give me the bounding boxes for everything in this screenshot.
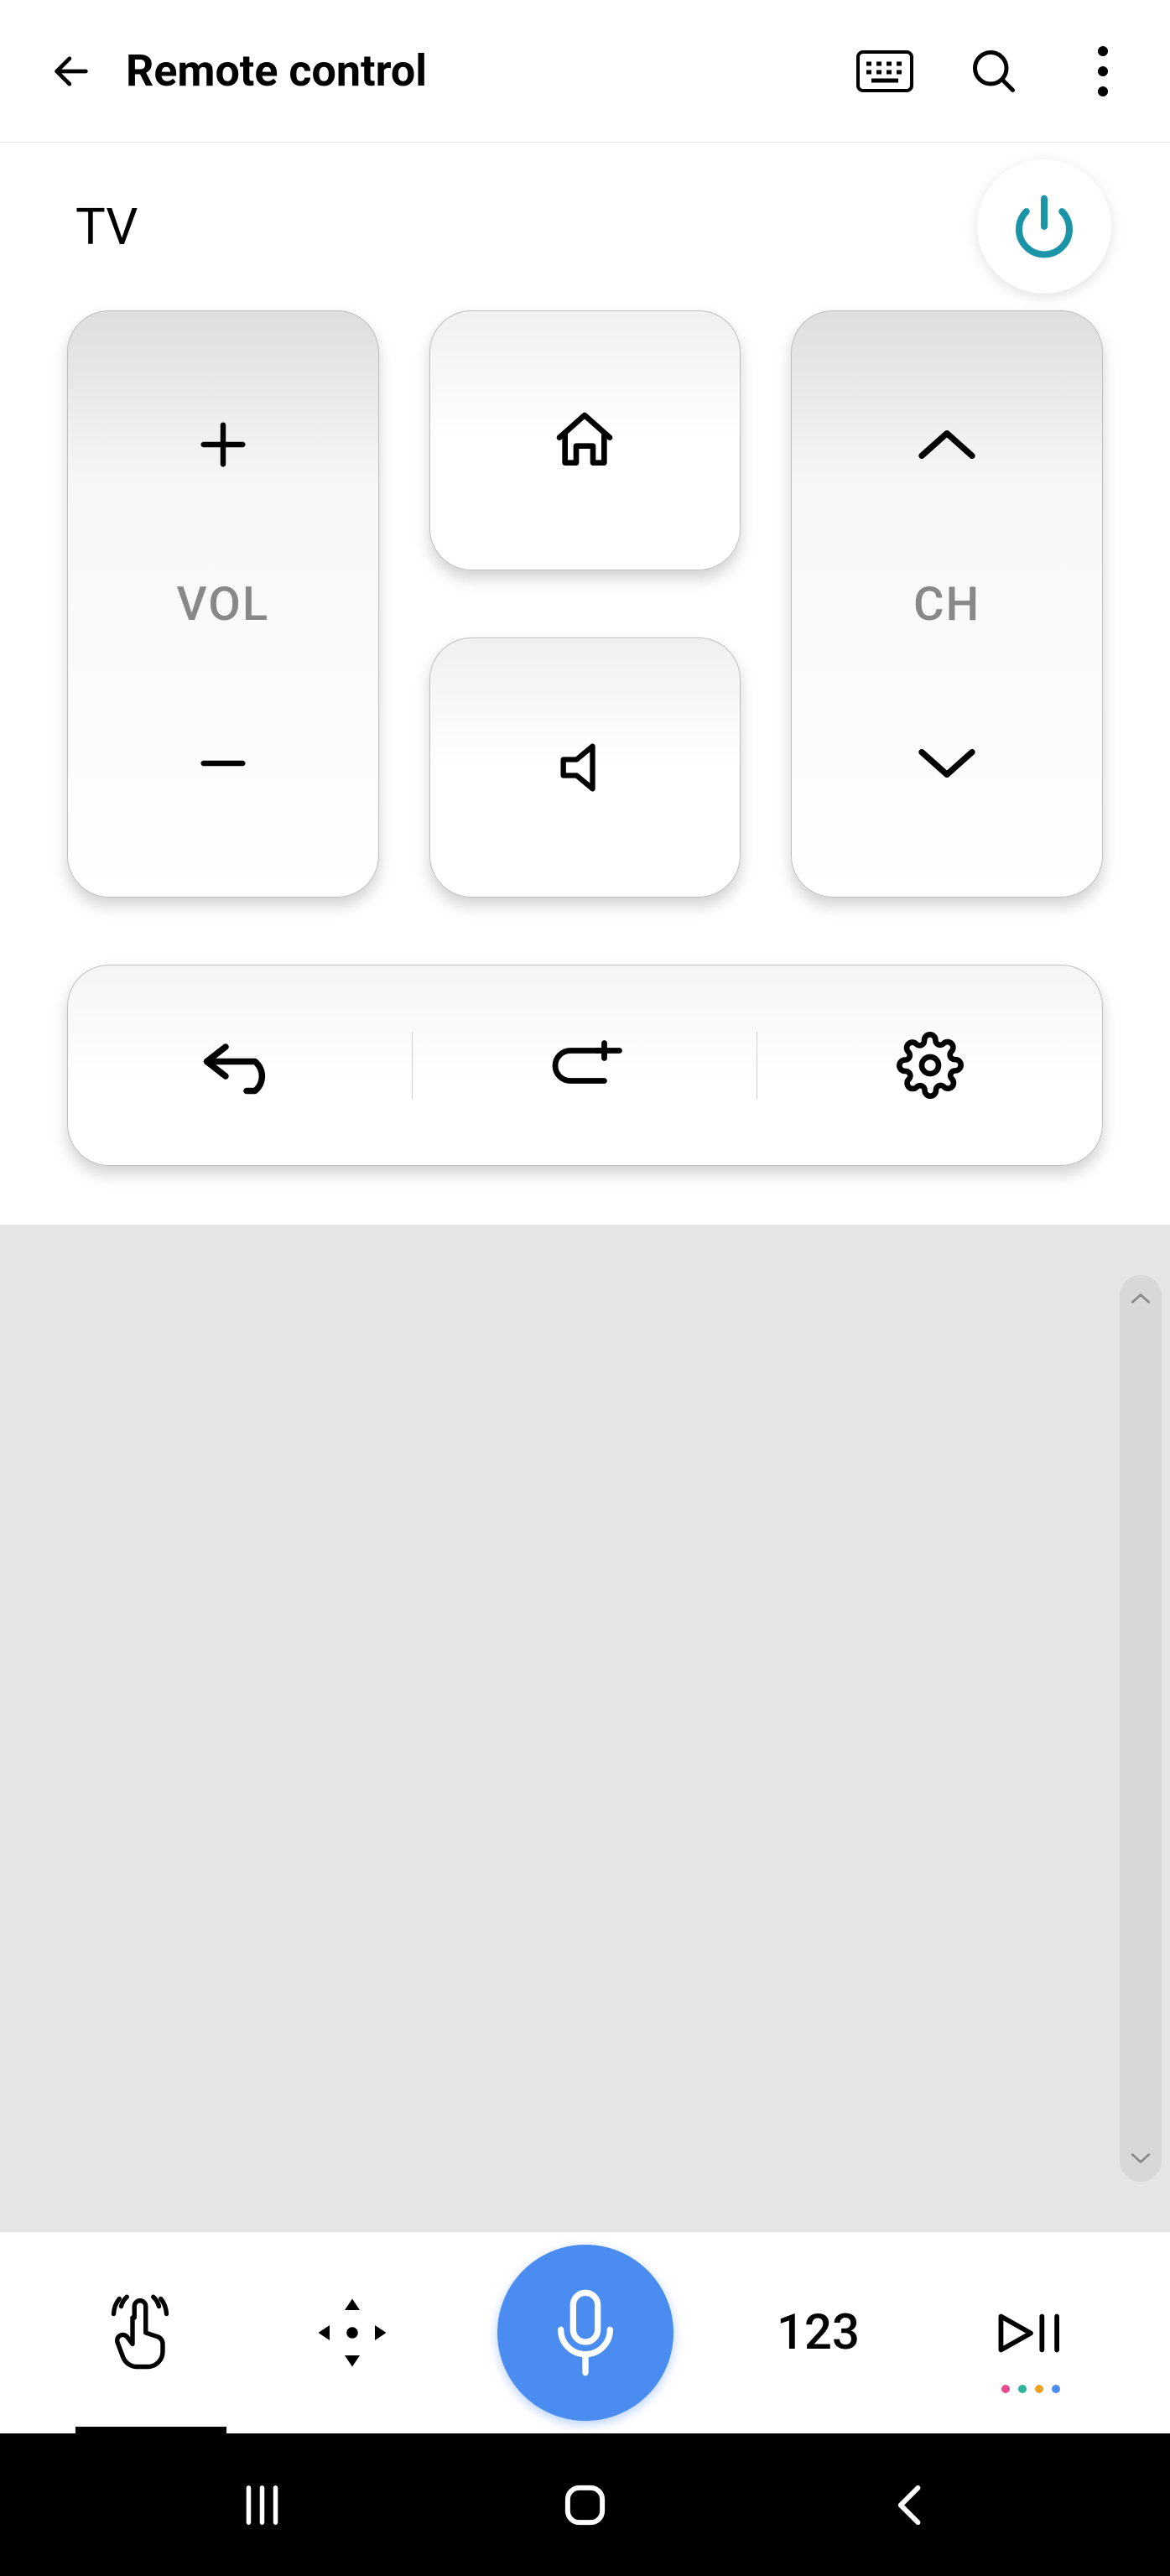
plus-icon (194, 415, 252, 474)
power-button[interactable] (977, 159, 1111, 294)
playback-mode-button[interactable] (964, 2257, 1098, 2408)
center-column (429, 310, 741, 898)
recents-icon (239, 2482, 285, 2528)
back-nav-button[interactable] (858, 2467, 959, 2542)
more-button[interactable] (1069, 38, 1136, 105)
nav-bar-row (67, 965, 1103, 1166)
numpad-label: 123 (777, 2304, 860, 2361)
arrow-left-icon (49, 49, 93, 93)
dot-green (1018, 2385, 1027, 2393)
chevron-up-icon (1130, 1292, 1152, 1305)
power-icon (1011, 193, 1078, 260)
volume-down-button[interactable] (156, 696, 290, 830)
numpad-mode-button[interactable]: 123 (751, 2257, 886, 2408)
channel-rocker: CH (791, 310, 1103, 898)
system-nav-bar (0, 2433, 1170, 2576)
gear-icon (897, 1032, 964, 1099)
volume-up-button[interactable] (156, 377, 290, 512)
source-button[interactable] (413, 1015, 757, 1116)
volume-rocker: VOL (67, 310, 379, 898)
header-actions (851, 38, 1136, 105)
speaker-icon (553, 736, 616, 799)
volume-label: VOL (177, 576, 270, 632)
controls-grid: VOL CH (0, 310, 1170, 898)
search-icon (969, 46, 1019, 96)
play-pause-icon (997, 2310, 1064, 2356)
app-header: Remote control (0, 0, 1170, 143)
keyboard-button[interactable] (851, 38, 918, 105)
channel-label: CH (913, 576, 980, 632)
microphone-icon (548, 2287, 623, 2379)
home-icon (551, 407, 618, 474)
chevron-up-icon (913, 424, 980, 466)
chevron-down-icon (1130, 2152, 1152, 2165)
mute-button[interactable] (429, 637, 741, 898)
dot-yellow (1035, 2385, 1043, 2393)
more-vertical-icon (1098, 46, 1108, 96)
channel-down-button[interactable] (880, 696, 1014, 830)
touch-icon (102, 2291, 178, 2375)
color-dots (1001, 2385, 1060, 2393)
touchpad-area[interactable] (0, 1225, 1170, 2232)
active-tab-indicator (75, 2427, 226, 2433)
keyboard-icon (856, 50, 913, 92)
home-nav-button[interactable] (535, 2467, 636, 2542)
chevron-left-icon (892, 2482, 925, 2528)
scrollbar[interactable] (1120, 1275, 1162, 2182)
touchpad-mode-button[interactable] (73, 2257, 207, 2408)
back-button[interactable] (42, 42, 101, 101)
minus-icon (194, 734, 252, 793)
return-icon (200, 1034, 280, 1097)
home-nav-icon (562, 2482, 608, 2528)
dot-red (1001, 2385, 1010, 2393)
dpad-mode-button[interactable] (285, 2257, 419, 2408)
voice-button[interactable] (497, 2245, 673, 2421)
return-button[interactable] (68, 1015, 413, 1116)
dot-blue (1052, 2385, 1060, 2393)
device-row: TV (0, 143, 1170, 310)
settings-button[interactable] (757, 1015, 1102, 1116)
page-title: Remote control (126, 45, 851, 96)
dpad-icon (315, 2295, 390, 2370)
channel-up-button[interactable] (880, 377, 1014, 512)
home-button[interactable] (429, 310, 741, 570)
chevron-down-icon (913, 742, 980, 784)
search-button[interactable] (960, 38, 1027, 105)
recents-button[interactable] (212, 2467, 313, 2542)
device-name: TV (75, 197, 138, 257)
source-icon (548, 1038, 623, 1093)
bottom-toolbar: 123 (0, 2232, 1170, 2433)
